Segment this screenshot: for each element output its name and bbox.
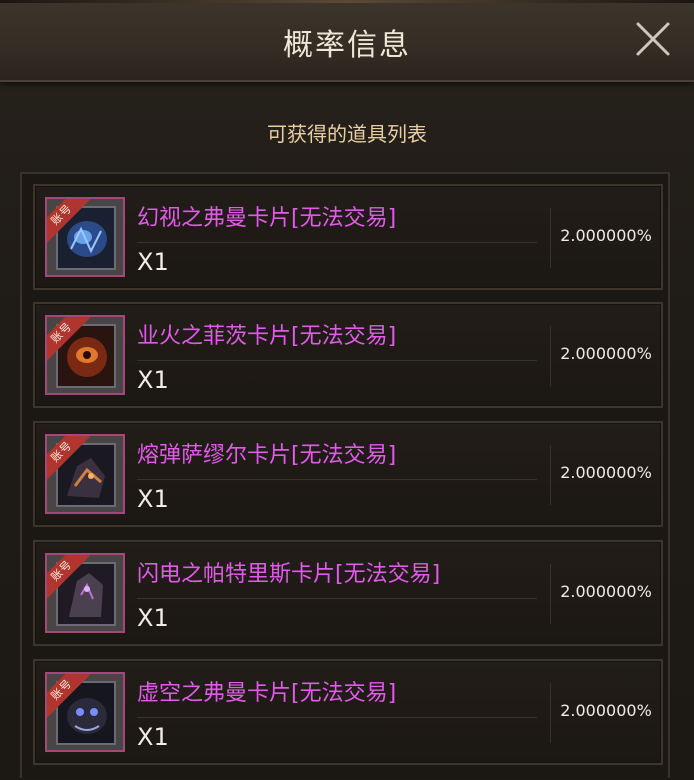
list-item: 账号 业火之菲茨卡片[无法交易] X1 2.000000%: [33, 302, 663, 408]
item-quantity: X1: [137, 604, 169, 632]
list-item: 账号 闪电之帕特里斯卡片[无法交易] X1 2.000000%: [33, 540, 663, 646]
item-name: 虚空之弗曼卡片[无法交易]: [137, 681, 397, 706]
list-item: 账号 熔弹萨缪尔卡片[无法交易] X1 2.000000%: [33, 421, 663, 527]
item-quantity: X1: [137, 248, 169, 276]
list-item: 账号 虚空之弗曼卡片[无法交易] X1 2.000000%: [33, 659, 663, 765]
list-item: 账号 幻视之弗曼卡片[无法交易] X1 2.000000%: [33, 184, 663, 290]
close-icon: [636, 22, 670, 56]
title-bar: 概率信息: [0, 0, 694, 82]
item-name: 业火之菲茨卡片[无法交易]: [137, 324, 397, 349]
divider: [137, 717, 537, 718]
item-name: 幻视之弗曼卡片[无法交易]: [137, 206, 397, 231]
item-rate: 2.000000%: [560, 463, 652, 482]
item-rate: 2.000000%: [560, 701, 652, 720]
item-list-heading: 可获得的道具列表: [267, 122, 427, 146]
item-quantity: X1: [137, 723, 169, 751]
item-card-image[interactable]: 账号: [45, 197, 125, 277]
item-name: 熔弹萨缪尔卡片[无法交易]: [137, 443, 397, 468]
dialog-title: 概率信息: [283, 28, 411, 63]
item-rate: 2.000000%: [560, 344, 652, 363]
item-list[interactable]: 账号 幻视之弗曼卡片[无法交易] X1 2.000000% 账号 业火之菲茨卡片…: [20, 172, 670, 778]
probability-dialog: 概率信息 可获得的道具列表 账号 幻视之弗曼卡片[无法交易] X1 2.0000…: [0, 0, 694, 780]
item-rate: 2.000000%: [560, 582, 652, 601]
item-name: 闪电之帕特里斯卡片[无法交易]: [137, 562, 441, 587]
item-card-image[interactable]: 账号: [45, 553, 125, 633]
close-button[interactable]: [634, 20, 672, 58]
item-card-image[interactable]: 账号: [45, 315, 125, 395]
item-rate: 2.000000%: [560, 226, 652, 245]
item-card-image[interactable]: 账号: [45, 672, 125, 752]
item-card-image[interactable]: 账号: [45, 434, 125, 514]
item-quantity: X1: [137, 366, 169, 394]
divider: [137, 360, 537, 361]
divider: [137, 242, 537, 243]
divider: [137, 598, 537, 599]
divider: [137, 479, 537, 480]
item-quantity: X1: [137, 485, 169, 513]
